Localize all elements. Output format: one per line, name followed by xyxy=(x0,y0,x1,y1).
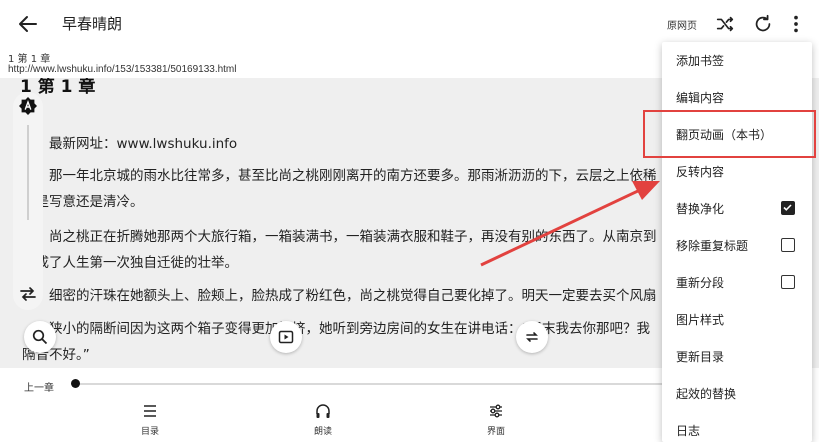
annotation-highlight-box xyxy=(643,110,816,158)
play-box-icon xyxy=(278,330,294,344)
menu-item-label: 起效的替换 xyxy=(676,387,737,401)
shuffle-icon xyxy=(716,16,734,32)
check-icon xyxy=(783,204,792,211)
paragraph: 隔音不好。” xyxy=(22,347,90,363)
paragraph: 尚之桃正在折腾她那两个大旅行箱，一箱装满书，一箱装满衣服和鞋子，再没有别的东西了… xyxy=(49,229,657,245)
replace-purify-checkbox[interactable] xyxy=(781,201,795,215)
back-button[interactable] xyxy=(16,12,40,36)
seekbar-thumb[interactable] xyxy=(71,379,80,388)
menu-item-update-toc[interactable]: 更新目录 xyxy=(662,338,812,374)
menu-item-log[interactable]: 日志 xyxy=(662,412,812,442)
menu-item-label: 添加书签 xyxy=(676,54,725,68)
more-vert-icon xyxy=(794,15,798,33)
original-page-button[interactable]: 原网页 xyxy=(667,17,697,32)
paragraph: 那一年北京城的雨水比往常多，甚至比尚之桃刚刚离开的南方还要多。那雨淅沥沥的下，云… xyxy=(49,168,657,184)
search-button[interactable] xyxy=(24,321,56,353)
menu-item-label: 替换净化 xyxy=(676,202,725,216)
nav-read-aloud[interactable]: 朗读 xyxy=(293,402,353,437)
menu-item-re-segment[interactable]: 重新分段 xyxy=(662,264,812,300)
remove-duplicate-title-checkbox[interactable] xyxy=(781,238,795,252)
swap-position-button[interactable] xyxy=(18,285,38,303)
re-segment-checkbox[interactable] xyxy=(781,275,795,289)
menu-item-reverse-content[interactable]: 反转内容 xyxy=(662,153,812,189)
arrow-left-icon xyxy=(19,16,37,32)
paragraph: 狭小的隔断间因为这两个箱子变得更加拥挤，她听到旁边房间的女生在讲电话：“周末我去… xyxy=(49,321,650,337)
nav-toc[interactable]: 目录 xyxy=(120,402,180,437)
swap-vert-icon xyxy=(526,332,538,342)
auto-brightness-icon xyxy=(19,97,37,115)
menu-item-replace-purify[interactable]: 替换净化 xyxy=(662,190,812,226)
nav-label: 朗读 xyxy=(313,427,332,437)
brightness-slider[interactable] xyxy=(27,125,29,220)
sliders-icon xyxy=(490,404,502,418)
swap-horiz-icon xyxy=(20,287,36,301)
menu-item-label: 移除重复标题 xyxy=(676,239,749,253)
menu-item-label: 日志 xyxy=(676,424,701,438)
auto-page-button[interactable] xyxy=(270,321,302,353)
app-bar: 早春晴朗 原网页 xyxy=(0,0,819,48)
page-title: 早春晴朗 xyxy=(62,15,123,33)
replace-rule-button[interactable] xyxy=(516,321,548,353)
search-icon xyxy=(32,329,48,345)
menu-item-label: 更新目录 xyxy=(676,350,725,364)
shuffle-button[interactable] xyxy=(714,13,736,35)
prev-chapter-button[interactable]: 上一章 xyxy=(24,379,54,394)
menu-item-effective-replace[interactable]: 起效的替换 xyxy=(662,375,812,411)
refresh-icon xyxy=(755,14,771,32)
menu-item-label: 反转内容 xyxy=(676,165,725,179)
menu-item-image-style[interactable]: 图片样式 xyxy=(662,301,812,337)
paragraph: 完成了人生第一次独自迁徙的壮举。 xyxy=(22,255,238,271)
chapter-seekbar[interactable] xyxy=(74,383,674,385)
paragraph: 最新网址：www.lwshuku.info xyxy=(49,136,238,152)
nav-label: 界面 xyxy=(486,427,505,437)
overflow-menu: 添加书签 编辑内容 翻页动画（本书） 反转内容 替换净化 移除重复标题 重新分段… xyxy=(662,42,812,442)
paragraph: 景是写意还是清冷。 xyxy=(22,194,144,210)
more-button[interactable] xyxy=(785,13,807,35)
auto-brightness-button[interactable] xyxy=(18,96,38,116)
menu-item-add-bookmark[interactable]: 添加书签 xyxy=(662,42,812,78)
nav-interface[interactable]: 界面 xyxy=(466,402,526,437)
nav-label: 目录 xyxy=(140,427,159,437)
refresh-button[interactable] xyxy=(752,13,774,35)
paragraph: 细密的汗珠在她额头上、脸颊上，脸热成了粉红色，尚之桃觉得自己要化掉了。明天一定要… xyxy=(49,288,657,304)
menu-item-label: 图片样式 xyxy=(676,313,725,327)
menu-item-label: 重新分段 xyxy=(676,276,725,290)
chapter-title-info: 1 第 1 章 xyxy=(8,54,51,65)
menu-item-remove-duplicate-title[interactable]: 移除重复标题 xyxy=(662,227,812,263)
menu-item-label: 编辑内容 xyxy=(676,91,725,105)
headphones-icon xyxy=(316,404,330,418)
chapter-url: http://www.lwshuku.info/153/153381/50169… xyxy=(8,64,237,75)
toc-icon xyxy=(144,405,156,417)
